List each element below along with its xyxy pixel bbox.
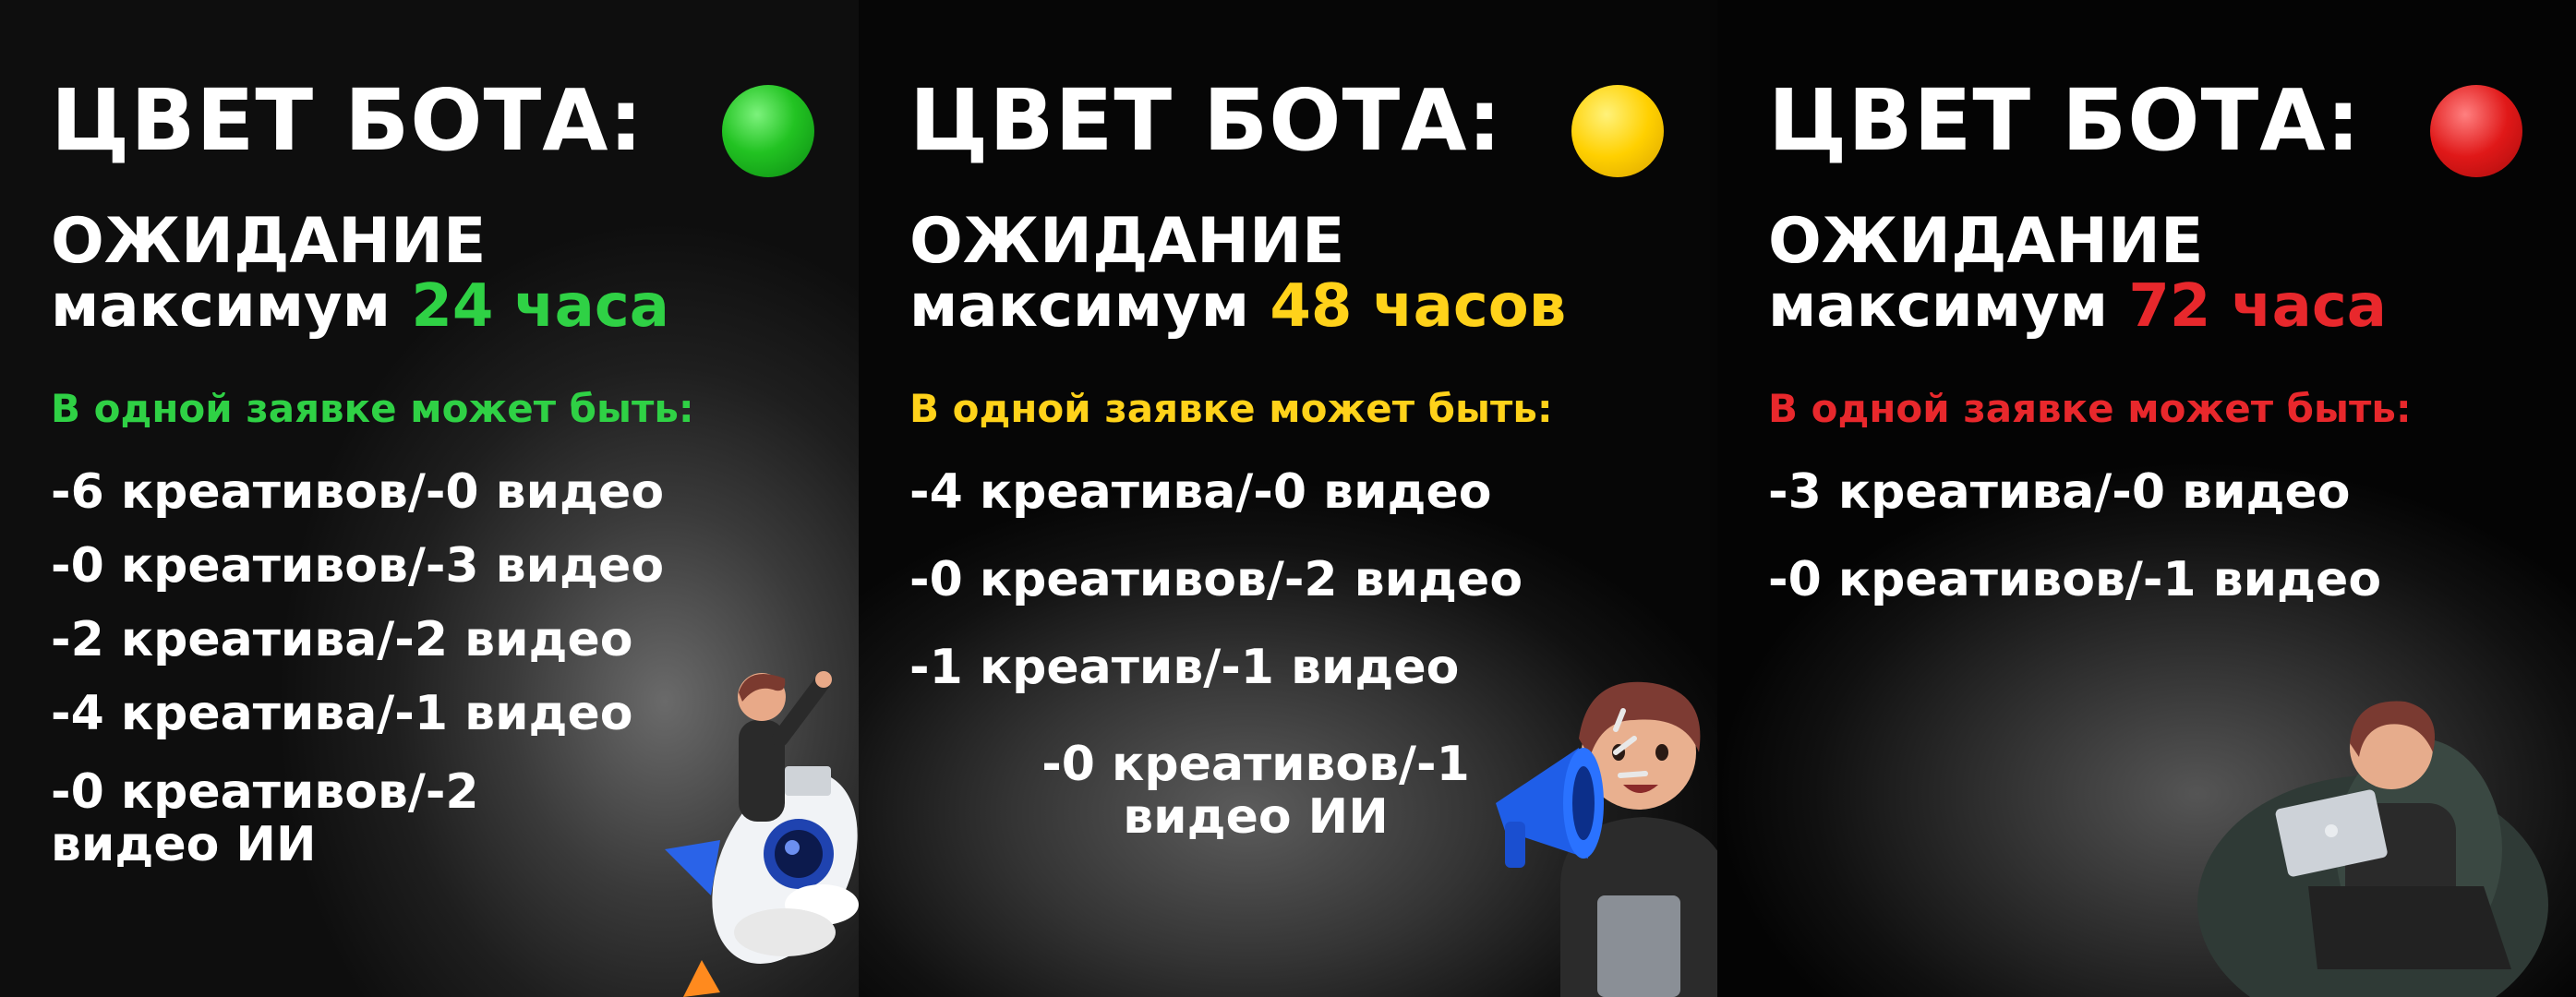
laptop-character-illustration bbox=[2197, 701, 2548, 997]
list-item: -2 креатива/-2 видео bbox=[51, 612, 633, 667]
list-item: -0 креативов/-3 видео bbox=[51, 538, 665, 594]
subtitle: В одной заявке может быть: bbox=[1768, 386, 2412, 431]
wait-label: ОЖИДАНИЕ bbox=[51, 205, 487, 278]
wait-label: ОЖИДАНИЕ bbox=[1768, 205, 2204, 278]
panel-title: ЦВЕТ БОТА: bbox=[909, 71, 1503, 170]
wait-line: максимум 24 часа bbox=[51, 277, 669, 336]
rocket-character-illustration bbox=[665, 671, 859, 997]
panel-title: ЦВЕТ БОТА: bbox=[51, 71, 644, 170]
list-item: -4 креатива/-1 видео bbox=[51, 686, 633, 741]
wait-prefix: максимум bbox=[51, 272, 391, 341]
list-item: -1 креатив/-1 видео bbox=[909, 640, 1460, 695]
list-item: -0 креативов/-1 видео bbox=[1768, 552, 2382, 607]
yellow-dot-icon bbox=[1571, 85, 1664, 177]
wait-prefix: максимум bbox=[1768, 272, 2109, 341]
list-item: -0 креативов/-2 видео bbox=[909, 552, 1523, 607]
list-item: -0 креативов/-2 видео ИИ bbox=[51, 764, 479, 873]
wait-label: ОЖИДАНИЕ bbox=[909, 205, 1345, 278]
wait-value: 24 часа bbox=[411, 272, 669, 341]
list-item: -6 креативов/-0 видео bbox=[51, 464, 665, 520]
subtitle: В одной заявке может быть: bbox=[909, 386, 1553, 431]
subtitle: В одной заявке может быть: bbox=[51, 386, 694, 431]
green-dot-icon bbox=[722, 85, 814, 177]
panel-yellow: ЦВЕТ БОТА: ОЖИДАНИЕ максимум 48 часов В … bbox=[859, 0, 1717, 997]
megaphone-icon bbox=[1496, 708, 1648, 868]
wait-value: 48 часов bbox=[1270, 272, 1567, 341]
panel-red: ЦВЕТ БОТА: ОЖИДАНИЕ максимум 72 часа В о… bbox=[1717, 0, 2576, 997]
list-item: -4 креатива/-0 видео bbox=[909, 464, 1492, 520]
list-item: -3 креатива/-0 видео bbox=[1768, 464, 2351, 520]
wait-prefix: максимум bbox=[909, 272, 1250, 341]
wait-value: 72 часа bbox=[2128, 272, 2387, 341]
list-item: -0 креативов/-1 видео ИИ bbox=[1041, 737, 1470, 846]
red-dot-icon bbox=[2430, 85, 2522, 177]
panel-title: ЦВЕТ БОТА: bbox=[1768, 71, 2362, 170]
panel-green: ЦВЕТ БОТА: ОЖИДАНИЕ максимум 24 часа В о… bbox=[0, 0, 859, 997]
wait-line: максимум 72 часа bbox=[1768, 277, 2387, 336]
wait-line: максимум 48 часов bbox=[909, 277, 1566, 336]
